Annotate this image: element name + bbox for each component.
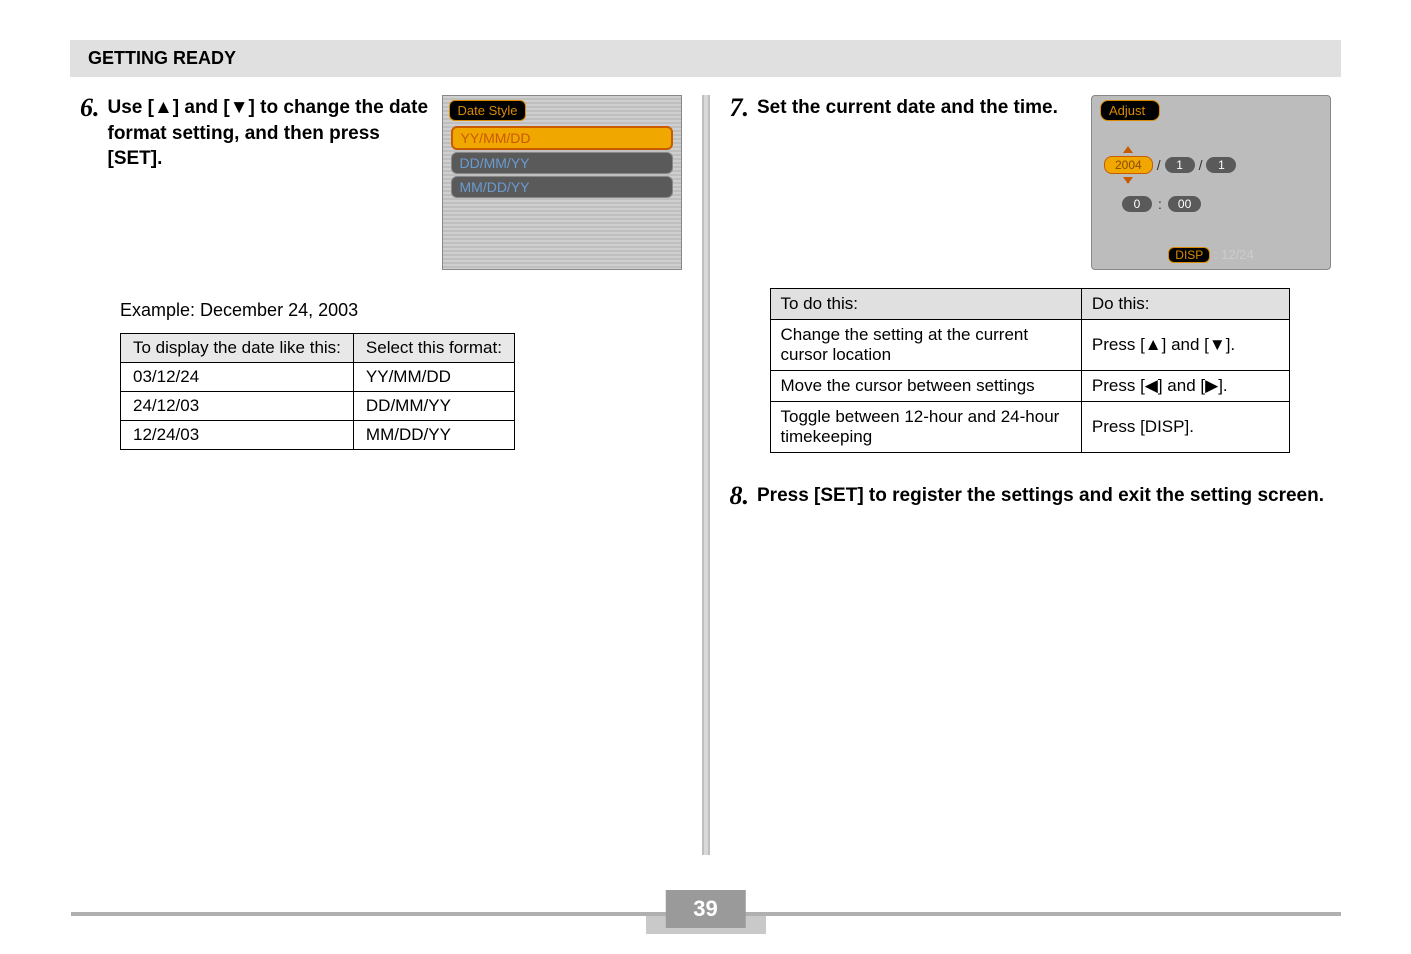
table-row: Change the setting at the current cursor… (770, 320, 1289, 371)
cell: Toggle between 12-hour and 24-hour timek… (770, 402, 1081, 453)
cell: Press [▲] and [▼]. (1081, 320, 1289, 371)
cell: DD/MM/YY (353, 392, 514, 421)
screen-title: Date Style (449, 100, 527, 121)
step-6: 6. Use [▲] and [▼] to change the date fo… (80, 95, 682, 270)
step-text: Set the current date and the time. (757, 95, 1083, 121)
cell: YY/MM/DD (353, 363, 514, 392)
cell: Change the setting at the current cursor… (770, 320, 1081, 371)
table-row: Move the cursor between settings Press [… (770, 371, 1289, 402)
minute-field: 00 (1168, 196, 1201, 212)
month-field: 1 (1165, 157, 1195, 173)
screen-title: Adjust (1100, 100, 1160, 121)
adjust-screen: Adjust 2004 / 1 / 1 0 : (1091, 95, 1331, 270)
step-text: Press [SET] to register the settings and… (757, 483, 1331, 509)
arrow-down-icon (1123, 177, 1133, 184)
format-option: MM/DD/YY (451, 176, 673, 198)
table-row: 12/24/03 MM/DD/YY (121, 421, 515, 450)
date-style-screen: Date Style YY/MM/DD DD/MM/YY MM/DD/YY (442, 95, 682, 270)
disp-button-icon: DISP (1168, 247, 1210, 263)
cell: 24/12/03 (121, 392, 354, 421)
step-number: 6. (80, 95, 100, 121)
cell: MM/DD/YY (353, 421, 514, 450)
table-row: 24/12/03 DD/MM/YY (121, 392, 515, 421)
table-header: To do this: (770, 289, 1081, 320)
table-header: To display the date like this: (121, 334, 354, 363)
cell: Press [DISP]. (1081, 402, 1289, 453)
format-option-selected: YY/MM/DD (451, 126, 673, 150)
cell: Move the cursor between settings (770, 371, 1081, 402)
cell: 12/24/03 (121, 421, 354, 450)
section-header: GETTING READY (70, 40, 1341, 77)
cell: Press [◀] and [▶]. (1081, 371, 1289, 402)
time-format-label: : 12/24 (1214, 247, 1254, 262)
table-header: Select this format: (353, 334, 514, 363)
step-text: Use [▲] and [▼] to change the date forma… (108, 95, 434, 172)
left-column: 6. Use [▲] and [▼] to change the date fo… (70, 95, 692, 855)
step-7: 7. Set the current date and the time. Ad… (730, 95, 1332, 270)
table-header: Do this: (1081, 289, 1289, 320)
step-8: 8. Press [SET] to register the settings … (730, 483, 1332, 509)
step-number: 8. (730, 483, 750, 509)
column-divider (692, 95, 720, 855)
day-field: 1 (1206, 157, 1236, 173)
page-number: 39 (665, 890, 745, 928)
date-format-table: To display the date like this: Select th… (120, 333, 515, 450)
year-field: 2004 (1104, 156, 1153, 174)
arrow-up-icon (1123, 146, 1133, 153)
format-option: DD/MM/YY (451, 152, 673, 174)
cell: 03/12/24 (121, 363, 354, 392)
table-row: Toggle between 12-hour and 24-hour timek… (770, 402, 1289, 453)
example-label: Example: December 24, 2003 (120, 300, 682, 321)
table-row: 03/12/24 YY/MM/DD (121, 363, 515, 392)
step-number: 7. (730, 95, 750, 121)
page-footer: 39 (0, 912, 1411, 934)
two-column-layout: 6. Use [▲] and [▼] to change the date fo… (70, 95, 1341, 855)
hour-field: 0 (1122, 196, 1152, 212)
actions-table: To do this: Do this: Change the setting … (770, 288, 1290, 453)
right-column: 7. Set the current date and the time. Ad… (720, 95, 1342, 855)
